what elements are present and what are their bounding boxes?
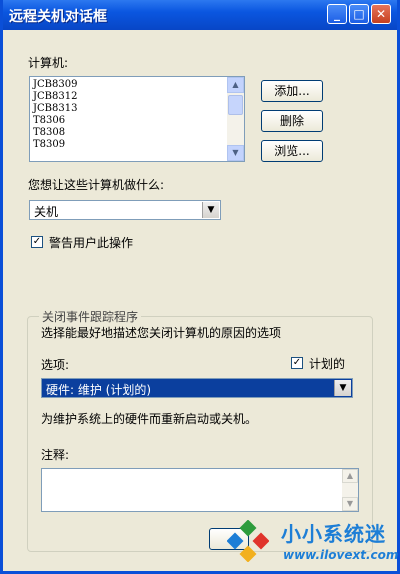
comment-scrollbar[interactable]: ▲ ▼ (342, 469, 358, 511)
scroll-down-arrow-icon[interactable]: ▼ (227, 145, 244, 161)
reason-select-value: 硬件: 维护 (计划的) (46, 383, 152, 397)
list-item[interactable]: JCB8313 (33, 103, 223, 115)
action-label: 您想让这些计算机做什么: (28, 178, 165, 192)
comment-textarea[interactable]: ▲ ▼ (41, 468, 359, 512)
remove-button[interactable]: 删除 (261, 110, 323, 132)
maximize-button[interactable]: □ (349, 4, 369, 24)
window-title: 远程关机对话框 (9, 9, 107, 25)
watermark-url: www.ilovext.com (283, 548, 399, 562)
computer-list-scrollbar[interactable]: ▲ ▼ (227, 77, 244, 161)
list-item[interactable]: T8306 (33, 115, 223, 127)
tracker-legend: 关闭事件跟踪程序 (39, 308, 142, 325)
scroll-up-arrow-icon[interactable]: ▲ (227, 77, 244, 93)
computers-label: 计算机: (28, 56, 69, 70)
chevron-down-icon[interactable]: ▼ (202, 202, 219, 218)
option-label: 选项: (41, 358, 70, 372)
scroll-thumb[interactable] (228, 95, 243, 115)
list-item[interactable]: T8309 (33, 139, 223, 151)
scroll-down-arrow-icon[interactable]: ▼ (342, 497, 358, 511)
checkmark-icon: ✓ (292, 357, 302, 368)
scroll-up-arrow-icon[interactable]: ▲ (342, 469, 358, 483)
watermark-title: 小小系统迷 (281, 522, 386, 546)
close-button[interactable]: ✕ (371, 4, 391, 24)
title-bar[interactable]: 远程关机对话框 _ □ ✕ (3, 0, 397, 30)
site-watermark: 小小系统迷 www.ilovext.com (221, 514, 400, 570)
reason-select[interactable]: 硬件: 维护 (计划的) ▼ (41, 378, 353, 398)
action-select[interactable]: 关机 ▼ (29, 200, 221, 220)
checkmark-icon: ✓ (32, 236, 42, 247)
planned-label: 计划的 (309, 357, 346, 371)
warn-checkbox[interactable]: ✓ (31, 236, 43, 248)
planned-checkbox[interactable]: ✓ (291, 357, 303, 369)
computer-list[interactable]: JCB8309 JCB8312 JCB8313 T8306 T8308 T8309 ▲ ▼ (29, 76, 245, 162)
browse-button[interactable]: 浏览... (261, 140, 323, 162)
computer-list-items: JCB8309 JCB8312 JCB8313 T8306 T8308 T8309 (33, 79, 223, 151)
tracker-description: 选择能最好地描述您关闭计算机的原因的选项 (41, 326, 282, 340)
action-select-value: 关机 (34, 205, 59, 219)
add-button[interactable]: 添加... (261, 80, 323, 102)
list-item[interactable]: JCB8312 (33, 91, 223, 103)
minimize-button[interactable]: _ (327, 4, 347, 24)
option-description: 为维护系统上的硬件而重新启动或关机。 (41, 412, 258, 426)
list-item[interactable]: JCB8309 (33, 79, 223, 91)
watermark-logo-icon (227, 520, 269, 562)
list-item[interactable]: T8308 (33, 127, 223, 139)
remote-shutdown-dialog: 远程关机对话框 _ □ ✕ 计算机: JCB8309 JCB8312 JCB8313… (0, 0, 400, 574)
chevron-down-icon[interactable]: ▼ (334, 380, 351, 396)
comment-label: 注释: (41, 448, 70, 462)
warn-label: 警告用户此操作 (49, 236, 134, 250)
